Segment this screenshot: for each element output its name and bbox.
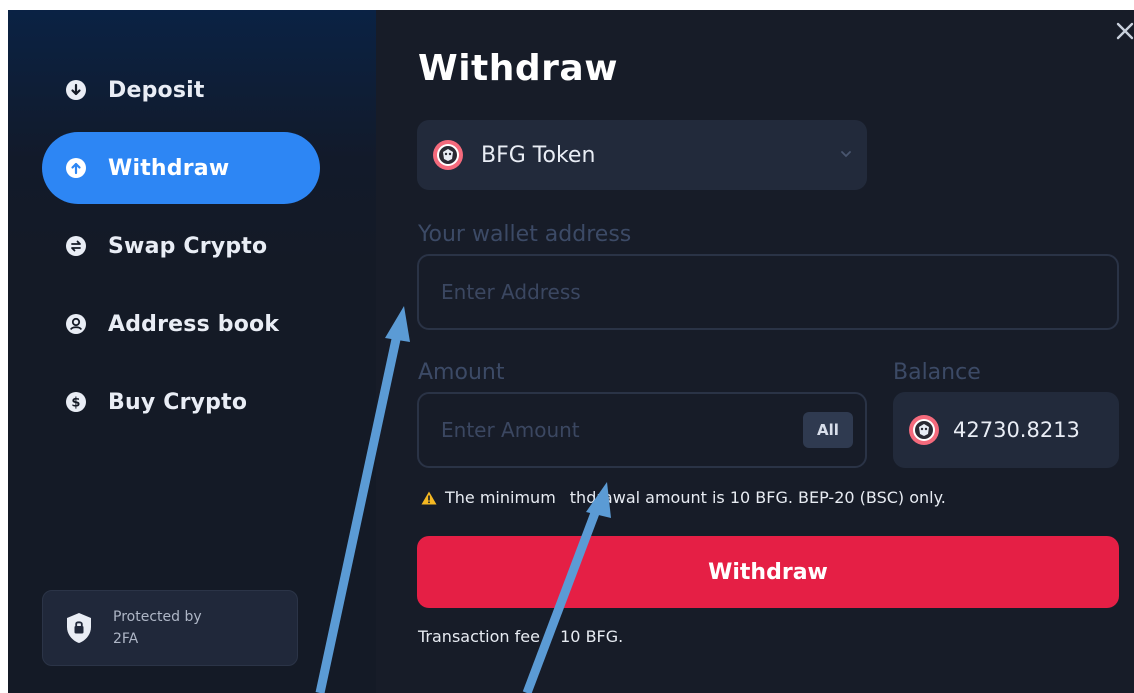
token-name: BFG Token	[481, 142, 596, 168]
minimum-withdrawal-warning: The minimum thdrawal amount is 10 BFG. B…	[421, 488, 946, 507]
withdraw-modal: Deposit Withdraw Swap Crypto Address boo…	[8, 10, 1134, 693]
all-button[interactable]: All	[803, 412, 853, 448]
sidebar-item-label: Buy Crypto	[108, 389, 248, 415]
page-title: Withdraw	[418, 48, 618, 89]
sidebar-item-withdraw[interactable]: Withdraw	[42, 132, 320, 204]
swap-circle-icon	[66, 236, 86, 256]
warning-text-start: The minimum	[445, 488, 556, 507]
sidebar-item-label: Address book	[108, 311, 280, 337]
shield-lock-icon	[67, 613, 91, 643]
user-circle-icon	[66, 314, 86, 334]
bfg-token-logo-icon	[909, 415, 939, 445]
fee-text-start: Transaction fee	[418, 627, 540, 646]
close-icon[interactable]	[1114, 20, 1134, 50]
balance-display: 42730.8213	[893, 392, 1119, 468]
sidebar-item-label: Deposit	[108, 77, 205, 103]
wallet-address-label: Your wallet address	[418, 222, 632, 247]
token-select[interactable]: BFG Token	[417, 120, 867, 190]
sidebar: Deposit Withdraw Swap Crypto Address boo…	[8, 10, 376, 693]
amount-label: Amount	[418, 360, 505, 385]
balance-value: 42730.8213	[953, 418, 1080, 442]
sidebar-item-label: Swap Crypto	[108, 233, 268, 259]
bfg-token-logo-icon	[433, 140, 463, 170]
amount-input[interactable]	[439, 417, 800, 443]
wallet-address-field[interactable]	[417, 254, 1119, 330]
fee-text-end: 10 BFG.	[560, 627, 624, 646]
warning-text-end: thdrawal amount is 10 BFG. BEP-20 (BSC) …	[569, 488, 946, 507]
balance-label: Balance	[893, 360, 981, 385]
wallet-address-input[interactable]	[439, 279, 1002, 305]
arrow-down-circle-icon	[66, 80, 86, 100]
protected-label: Protected by 2FA	[113, 609, 202, 647]
arrow-up-circle-icon	[66, 158, 86, 178]
protected-by-2fa-badge: Protected by 2FA	[42, 590, 298, 666]
sidebar-item-label: Withdraw	[108, 155, 230, 181]
dollar-circle-icon: $	[66, 392, 86, 412]
sidebar-item-swap-crypto[interactable]: Swap Crypto	[42, 210, 320, 282]
sidebar-item-address-book[interactable]: Address book	[42, 288, 320, 360]
svg-text:$: $	[71, 396, 80, 411]
sidebar-item-buy-crypto[interactable]: $ Buy Crypto	[42, 366, 320, 438]
transaction-fee: Transaction fee 10 BFG.	[418, 627, 623, 646]
withdraw-button[interactable]: Withdraw	[417, 536, 1119, 608]
sidebar-item-deposit[interactable]: Deposit	[42, 54, 320, 126]
warning-triangle-icon	[421, 491, 437, 504]
amount-field[interactable]: All	[417, 392, 867, 468]
chevron-down-icon	[841, 151, 851, 158]
